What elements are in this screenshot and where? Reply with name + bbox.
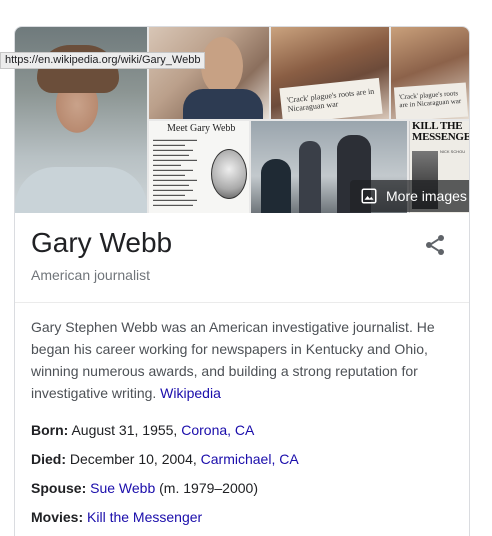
image-newspaper-portrait[interactable]: 'Crack' plague's roots are in Nicaraguan… (271, 27, 389, 119)
more-images-label: More images (386, 188, 467, 204)
image-newspaper-portrait-2[interactable]: 'Crack' plague's roots are in Nicaraguan… (391, 27, 469, 119)
fact-born: Born: August 31, 1955, Corona, CA (31, 419, 451, 441)
entity-description: Gary Stephen Webb was an American invest… (31, 316, 441, 404)
fact-spouse-label: Spouse: (31, 480, 87, 496)
fact-spouse: Spouse: Sue Webb (m. 1979–2000) (31, 477, 451, 499)
fact-died-label: Died: (31, 451, 66, 467)
book-byline: NICK SCHOU (440, 149, 466, 154)
image-icon (361, 188, 377, 204)
image-actor-suit[interactable] (149, 27, 269, 119)
url-tooltip: https://en.wikipedia.org/wiki/Gary_Webb (0, 52, 206, 69)
entity-title: Gary Webb (31, 227, 173, 258)
fact-born-link[interactable]: Corona, CA (181, 422, 254, 438)
fact-spouse-link[interactable]: Sue Webb (90, 480, 155, 496)
fact-movies: Movies: Kill the Messenger (31, 506, 451, 528)
fact-movies-label: Movies: (31, 509, 84, 525)
facts-list: Born: August 31, 1955, Corona, CA Died: … (31, 419, 451, 535)
knowledge-panel: 'Crack' plague's roots are in Nicaraguan… (14, 26, 470, 536)
fact-died: Died: December 10, 2004, Carmichael, CA (31, 448, 451, 470)
image-meet-article[interactable]: Meet Gary Webb ▬▬▬▬▬▬▬▬▬▬▬ ▬▬▬▬▬▬▬▬ ▬▬▬▬… (149, 121, 249, 213)
section-divider (15, 302, 469, 303)
fact-born-value: August 31, 1955, (71, 422, 178, 438)
more-images-button[interactable]: More images (350, 180, 469, 212)
description-text: Gary Stephen Webb was an American invest… (31, 319, 435, 401)
fact-spouse-value: (m. 1979–2000) (159, 480, 258, 496)
entity-subtitle: American journalist (31, 267, 151, 283)
article-body-lines: ▬▬▬▬▬▬▬▬▬▬▬ ▬▬▬▬▬▬▬▬ ▬▬▬▬▬▬▬▬▬▬ ▬▬▬▬▬▬▬▬… (153, 137, 197, 207)
share-icon[interactable] (423, 233, 447, 257)
fact-born-label: Born: (31, 422, 69, 438)
book-masthead: KILL THE MESSENGER (412, 121, 469, 143)
wikipedia-link[interactable]: Wikipedia (160, 385, 221, 401)
article-heading: Meet Gary Webb (167, 123, 236, 134)
fact-movies-link[interactable]: Kill the Messenger (87, 509, 202, 525)
fact-died-value: December 10, 2004, (69, 451, 197, 467)
sketch-portrait (211, 149, 247, 199)
fact-died-link[interactable]: Carmichael, CA (201, 451, 299, 467)
